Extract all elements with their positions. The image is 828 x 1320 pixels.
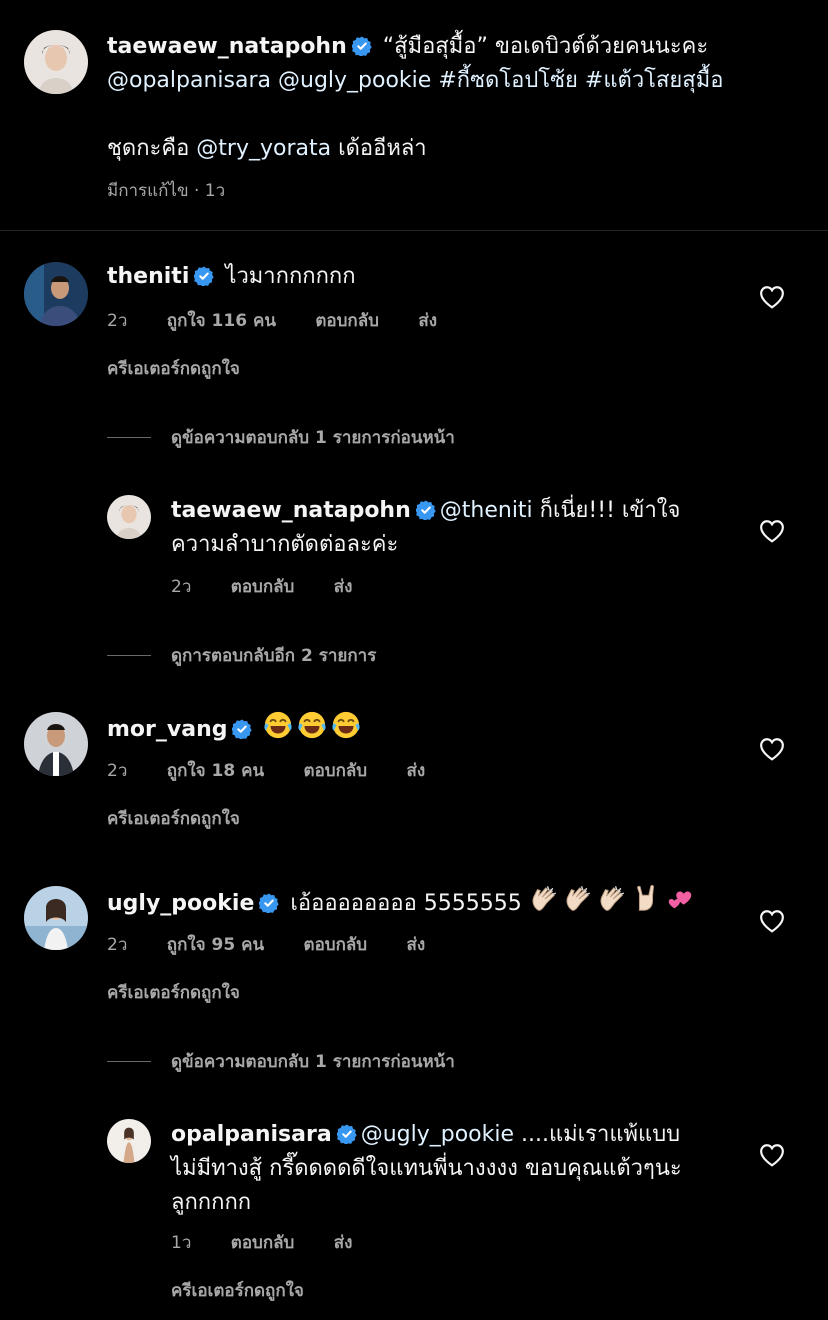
comment-time: 2ว	[107, 935, 128, 955]
verified-badge-icon	[194, 266, 214, 286]
verified-badge-icon	[352, 36, 372, 56]
divider-dash	[107, 655, 151, 656]
divider-dash	[107, 437, 151, 438]
caption-username[interactable]: taewaew_natapohn	[107, 34, 347, 59]
comment-text: ไวมากกกกกก	[225, 264, 356, 289]
comment-meta: 2ว ถูกใจ 18 คน ตอบกลับ ส่ง	[107, 757, 459, 784]
send-button[interactable]: ส่ง	[406, 761, 425, 781]
mention-link[interactable]: @ugly_pookie	[361, 1122, 514, 1147]
comment-text: ลูกกกกก	[171, 1190, 252, 1215]
view-previous-replies[interactable]: ดูข้อความตอบกลับ 1 รายการก่อนหน้า	[107, 424, 455, 451]
creator-liked: ครีเอเตอร์กดถูกใจ	[171, 1281, 304, 1301]
comment: theniti ไวมากกกกกก	[107, 260, 356, 294]
comment-meta: 2ว ถูกใจ 95 คน ตอบกลับ ส่ง	[107, 931, 459, 958]
comment-text: ก็เนี่ย!!! เข้าใจ	[532, 498, 681, 523]
comment: mor_vang	[107, 710, 365, 747]
comment-username[interactable]: theniti	[107, 264, 189, 289]
avatar[interactable]	[107, 495, 151, 539]
comment: ugly_pookie เอ้ออออออออ 5555555	[107, 884, 699, 921]
comment-username[interactable]: ugly_pookie	[107, 891, 254, 916]
comment-meta: 2ว ถูกใจ 116 คน ตอบกลับ ส่ง	[107, 307, 471, 334]
comment-text: ไม่มีทางสู้ กรี๊ดดดดดีใจแทนพี่นางงงง ขอบ…	[171, 1156, 682, 1181]
like-heart-icon[interactable]	[759, 519, 785, 543]
like-heart-icon[interactable]	[759, 737, 785, 761]
comment-time: 1ว	[171, 1233, 192, 1253]
creator-liked: ครีเอเตอร์กดถูกใจ	[107, 359, 240, 379]
reply-comment: opalpanisara @ugly_pookie ....แม่เราแพ้แบ…	[171, 1118, 682, 1220]
likes-count[interactable]: ถูกใจ 116 คน	[167, 311, 276, 331]
like-heart-icon[interactable]	[759, 285, 785, 309]
comment-time: 2ว	[171, 577, 192, 597]
send-button[interactable]: ส่ง	[334, 577, 353, 597]
two-hearts-icon	[665, 884, 695, 914]
likes-count[interactable]: ถูกใจ 18 คน	[167, 761, 264, 781]
reply-comment: taewaew_natapohn @theniti ก็เนี่ย!!! เข้า…	[171, 494, 680, 562]
clapping-hands-icon	[563, 884, 593, 914]
view-previous-replies[interactable]: ดูข้อความตอบกลับ 1 รายการก่อนหน้า	[107, 1048, 455, 1075]
avatar[interactable]	[24, 886, 88, 950]
verified-badge-icon	[259, 893, 279, 913]
mention-link[interactable]: @try_yorata	[196, 136, 331, 161]
hashtag-link[interactable]: #แต้วโสยสุมื้อ	[585, 68, 724, 93]
reply-button[interactable]: ตอบกลับ	[315, 311, 379, 331]
face-with-tears-of-joy-icon	[297, 710, 327, 740]
divider	[0, 230, 828, 231]
reply-button[interactable]: ตอบกลับ	[304, 935, 368, 955]
verified-badge-icon	[416, 500, 436, 520]
caption-text: “สู้มือสุมื้อ” ขอเดบิวต์ด้วยคนนะคะ	[382, 34, 709, 59]
caption: taewaew_natapohn “สู้มือสุมื้อ” ขอเดบิวต…	[107, 30, 723, 166]
caption-text: เด้ออีหล่า	[331, 136, 427, 161]
avatar[interactable]	[24, 262, 88, 326]
face-with-tears-of-joy-icon	[263, 710, 293, 740]
comment-text: เอ้ออออออออ 5555555	[290, 891, 522, 916]
verified-badge-icon	[337, 1124, 357, 1144]
view-replies-label: ดูการตอบกลับอีก 2 รายการ	[171, 646, 377, 666]
creator-liked: ครีเอเตอร์กดถูกใจ	[107, 983, 240, 1003]
view-more-replies[interactable]: ดูการตอบกลับอีก 2 รายการ	[107, 642, 376, 669]
mention-link[interactable]: @opalpanisara	[107, 68, 271, 93]
comment-text: ....แม่เราแพ้แบบ	[514, 1122, 681, 1147]
reply-button[interactable]: ตอบกลับ	[231, 1233, 295, 1253]
likes-count[interactable]: ถูกใจ 95 คน	[167, 935, 264, 955]
avatar[interactable]	[107, 1119, 151, 1163]
comment-username[interactable]: opalpanisara	[171, 1122, 332, 1147]
caption-edited: มีการแก้ไข · 1ว	[107, 181, 226, 201]
send-button[interactable]: ส่ง	[418, 311, 437, 331]
comment-username[interactable]: mor_vang	[107, 717, 227, 742]
like-heart-icon[interactable]	[759, 909, 785, 933]
comment-time: 2ว	[107, 761, 128, 781]
avatar[interactable]	[24, 30, 88, 94]
mention-link[interactable]: @ugly_pookie	[278, 68, 431, 93]
view-replies-label: ดูข้อความตอบกลับ 1 รายการก่อนหน้า	[171, 1052, 455, 1072]
comment-time: 2ว	[107, 311, 128, 331]
comment-meta: 2ว ตอบกลับ ส่ง	[171, 573, 386, 600]
clapping-hands-icon	[529, 884, 559, 914]
verified-badge-icon	[232, 719, 252, 739]
view-replies-label: ดูข้อความตอบกลับ 1 รายการก่อนหน้า	[171, 428, 455, 448]
caption-text: ชุดกะคือ	[107, 136, 197, 161]
face-with-tears-of-joy-icon	[331, 710, 361, 740]
reply-button[interactable]: ตอบกลับ	[231, 577, 295, 597]
clapping-hands-icon	[597, 884, 627, 914]
comment-meta: 1ว ตอบกลับ ส่ง	[171, 1229, 386, 1256]
divider-dash	[107, 1061, 151, 1062]
send-button[interactable]: ส่ง	[334, 1233, 353, 1253]
sign-of-the-horns-icon	[631, 884, 661, 914]
comment-username[interactable]: taewaew_natapohn	[171, 498, 411, 523]
creator-liked: ครีเอเตอร์กดถูกใจ	[107, 809, 240, 829]
hashtag-link[interactable]: #กี้ซดโอปโซ้ย	[438, 68, 578, 93]
send-button[interactable]: ส่ง	[406, 935, 425, 955]
avatar[interactable]	[24, 712, 88, 776]
like-heart-icon[interactable]	[759, 1143, 785, 1167]
comment-text: ความลำบากตัดต่อละค่ะ	[171, 532, 399, 557]
reply-button[interactable]: ตอบกลับ	[304, 761, 368, 781]
mention-link[interactable]: @theniti	[440, 498, 533, 523]
